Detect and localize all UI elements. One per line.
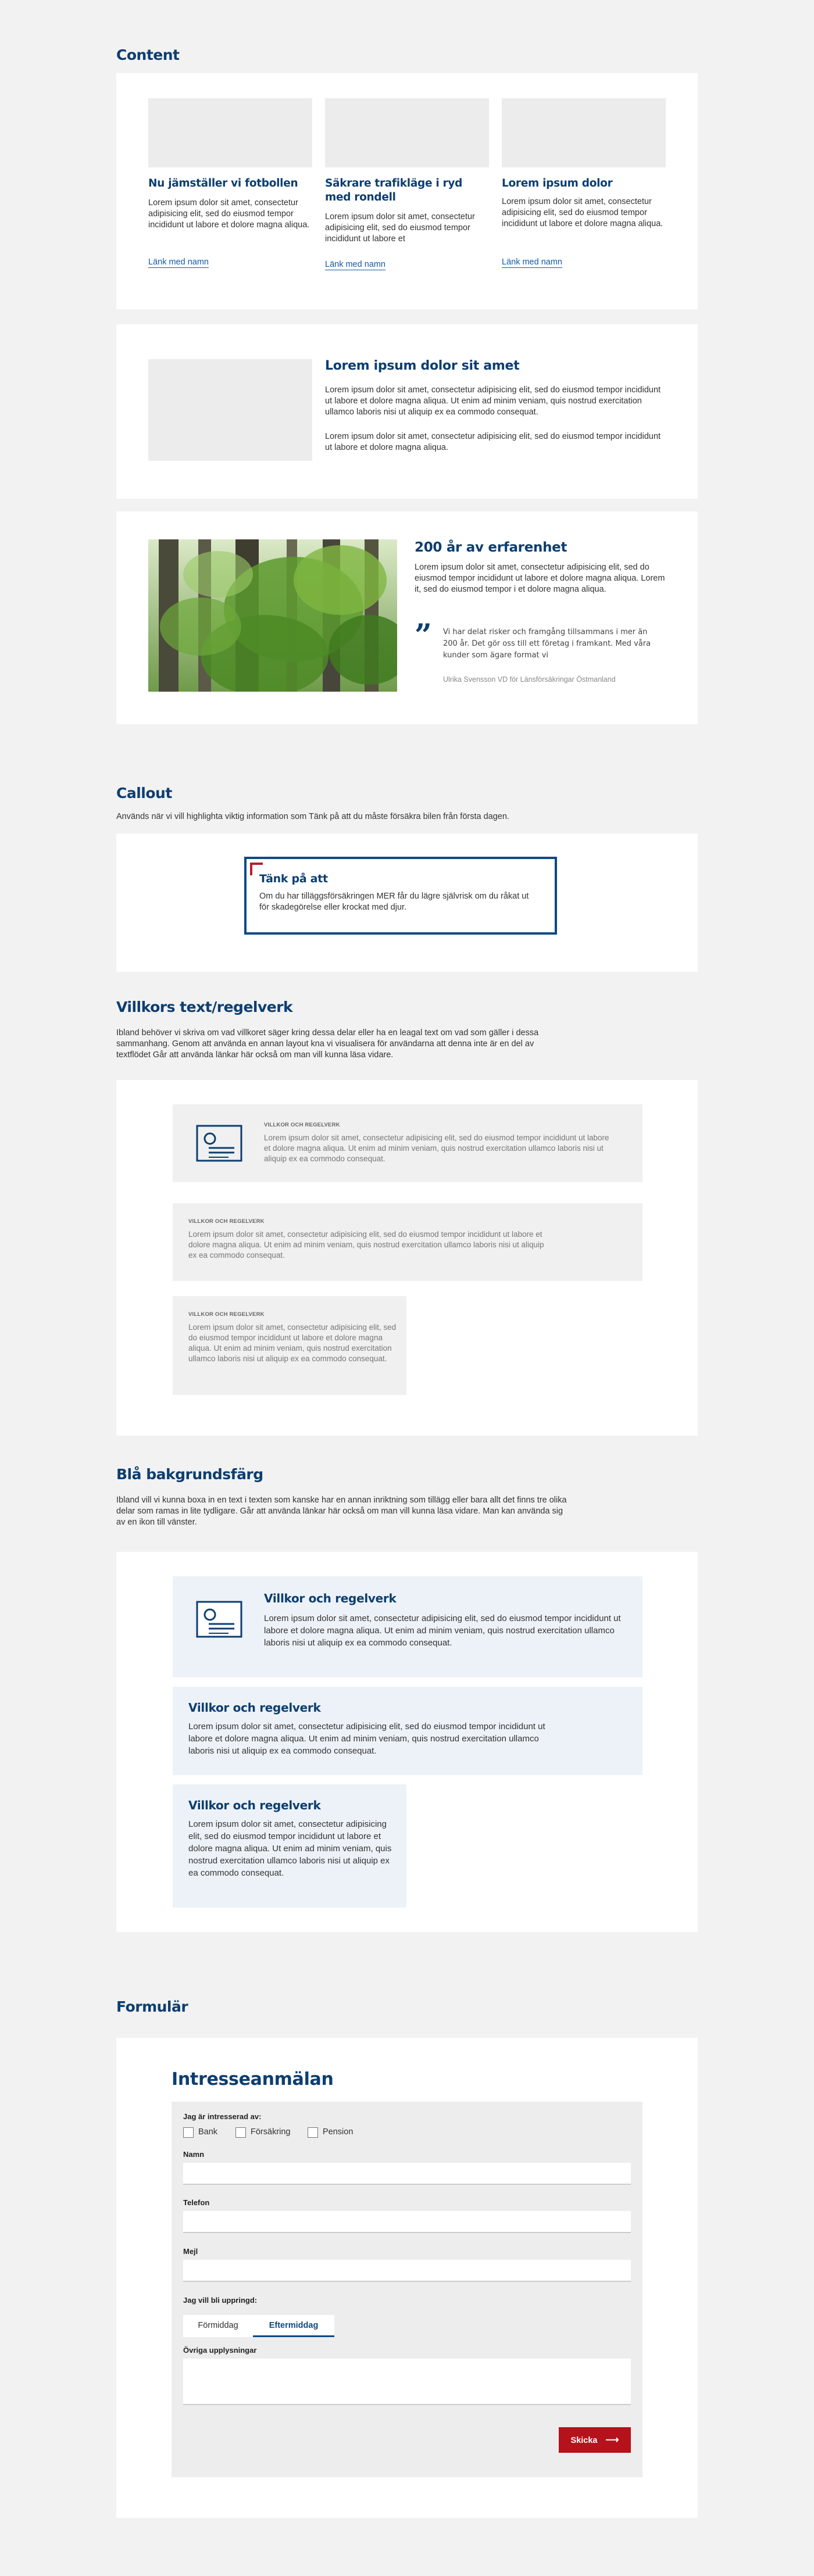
checkbox-bank[interactable] xyxy=(183,2127,194,2138)
experience-panel: 200 år av erfarenhet Lorem ipsum dolor s… xyxy=(116,511,698,724)
email-field[interactable] xyxy=(183,2260,631,2282)
blue-intro: Ibland vill vi kunna boxa in en text i t… xyxy=(116,1495,567,1527)
form-title: Intresseanmälan xyxy=(172,2069,334,2090)
feature-panel: Lorem ipsum dolor sit amet Lorem ipsum d… xyxy=(116,324,698,499)
terms-item: VILLKOR OCH REGELVERK Lorem ipsum dolor … xyxy=(173,1203,642,1281)
tab-formiddag[interactable]: Förmiddag xyxy=(183,2315,253,2337)
callout-box: Tänk på att Om du har tilläggsförsäkring… xyxy=(244,857,557,935)
quote-text: Vi har delat risker och framgång tillsam… xyxy=(443,628,651,660)
card-image-placeholder xyxy=(325,98,489,167)
submit-label: Skicka xyxy=(570,2436,598,2445)
card-title: Lorem ipsum dolor xyxy=(502,177,613,189)
card-text: Lorem ipsum dolor sit amet, consectetur … xyxy=(502,197,663,228)
checkbox-forsakring[interactable] xyxy=(235,2127,246,2138)
callout-intro: Används när vi vill highlighta viktig in… xyxy=(116,812,509,821)
phone-field[interactable] xyxy=(183,2211,631,2233)
blue-item: Villkor och regelverk Lorem ipsum dolor … xyxy=(173,1687,642,1775)
card-image-placeholder xyxy=(148,98,312,167)
document-icon xyxy=(196,1601,242,1638)
form-heading: Formulär xyxy=(116,1998,188,2015)
terms-panel: VILLKOR OCH REGELVERK Lorem ipsum dolor … xyxy=(116,1080,698,1436)
blue-panel: Villkor och regelverk Lorem ipsum dolor … xyxy=(116,1552,698,1932)
arrow-right-icon: ⟶ xyxy=(605,2435,619,2445)
blue-item-text: Lorem ipsum dolor sit amet, consectetur … xyxy=(188,1722,545,1756)
terms-caption: VILLKOR OCH REGELVERK xyxy=(264,1122,340,1128)
feature-title: Lorem ipsum dolor sit amet xyxy=(325,359,520,373)
card-image-placeholder xyxy=(502,98,666,167)
interest-label: Jag är intresserad av: xyxy=(183,2112,262,2121)
callout-heading: Callout xyxy=(116,785,172,802)
other-label: Övriga upplysningar xyxy=(183,2346,257,2355)
feature-image-placeholder xyxy=(148,359,312,461)
terms-intro: Ibland behöver vi skriva om vad villkore… xyxy=(116,1028,539,1060)
feature-paragraph: Lorem ipsum dolor sit amet, consectetur … xyxy=(325,432,661,452)
experience-title: 200 år av erfarenhet xyxy=(415,540,567,555)
card-text: Lorem ipsum dolor sit amet, consectetur … xyxy=(148,198,310,230)
terms-caption: VILLKOR OCH REGELVERK xyxy=(188,1218,265,1225)
card-title: Nu jämställer vi fotbollen xyxy=(148,177,298,189)
submit-button[interactable]: Skicka ⟶ xyxy=(559,2427,631,2453)
blue-item-title: Villkor och regelverk xyxy=(264,1591,397,1605)
form-panel: Intresseanmälan Jag är intresserad av: B… xyxy=(116,2038,698,2518)
terms-item: VILLKOR OCH REGELVERK Lorem ipsum dolor … xyxy=(173,1104,642,1182)
forest-image xyxy=(148,539,397,692)
blue-item-text: Lorem ipsum dolor sit amet, consectetur … xyxy=(188,1819,392,1878)
checkbox-pension[interactable] xyxy=(308,2127,318,2138)
terms-heading: Villkors text/regelverk xyxy=(116,999,293,1015)
card-link[interactable]: Länk med namn xyxy=(502,257,562,268)
blue-item-title: Villkor och regelverk xyxy=(188,1701,321,1715)
callout-panel: Tänk på att Om du har tilläggsförsäkring… xyxy=(116,833,698,972)
callback-label: Jag vill bli uppringd: xyxy=(183,2296,258,2305)
email-label: Mejl xyxy=(183,2247,198,2256)
checkbox-label: Försäkring xyxy=(251,2127,291,2137)
content-heading: Content xyxy=(116,46,180,63)
callout-title: Tänk på att xyxy=(259,872,328,885)
blue-item: Villkor och regelverk Lorem ipsum dolor … xyxy=(173,1576,642,1677)
blue-item: Villkor och regelverk Lorem ipsum dolor … xyxy=(173,1784,406,1908)
card-text: Lorem ipsum dolor sit amet, consectetur … xyxy=(325,212,475,244)
card-title: Säkrare trafikläge i ryd med rondell xyxy=(325,177,463,203)
terms-text: Lorem ipsum dolor sit amet, consectetur … xyxy=(188,1323,397,1363)
checkbox-label: Bank xyxy=(198,2127,218,2137)
document-icon xyxy=(196,1125,242,1162)
callout-text: Om du har tilläggsförsäkringen MER får d… xyxy=(259,892,529,912)
blue-heading: Blå bakgrundsfärg xyxy=(116,1466,263,1483)
name-label: Namn xyxy=(183,2150,205,2159)
card-link[interactable]: Länk med namn xyxy=(325,259,385,270)
checkbox-label: Pension xyxy=(323,2127,354,2137)
terms-caption: VILLKOR OCH REGELVERK xyxy=(188,1311,265,1318)
quote-author: Ulrika Svensson VD för Länsförsäkringar … xyxy=(443,675,616,684)
experience-text: Lorem ipsum dolor sit amet, consectetur … xyxy=(415,563,665,594)
card-grid-panel: Nu jämställer vi fotbollen Lorem ipsum d… xyxy=(116,73,698,309)
feature-paragraph: Lorem ipsum dolor sit amet, consectetur … xyxy=(325,385,661,417)
phone-label: Telefon xyxy=(183,2198,210,2207)
form-area: Jag är intresserad av: Bank Försäkring P… xyxy=(172,2102,642,2477)
name-field[interactable] xyxy=(183,2163,631,2185)
blue-item-text: Lorem ipsum dolor sit amet, consectetur … xyxy=(264,1613,621,1648)
terms-text: Lorem ipsum dolor sit amet, consectetur … xyxy=(188,1230,544,1260)
page: Content Nu jämställer vi fotbollen Lorem… xyxy=(0,0,814,2576)
terms-text: Lorem ipsum dolor sit amet, consectetur … xyxy=(264,1133,609,1163)
quote-icon: ” xyxy=(415,618,432,653)
terms-item: VILLKOR OCH REGELVERK Lorem ipsum dolor … xyxy=(173,1296,406,1395)
tab-eftermiddag[interactable]: Eftermiddag xyxy=(253,2315,334,2337)
blue-item-title: Villkor och regelverk xyxy=(188,1798,321,1812)
other-textarea[interactable] xyxy=(183,2359,631,2405)
card-link[interactable]: Länk med namn xyxy=(148,257,209,268)
